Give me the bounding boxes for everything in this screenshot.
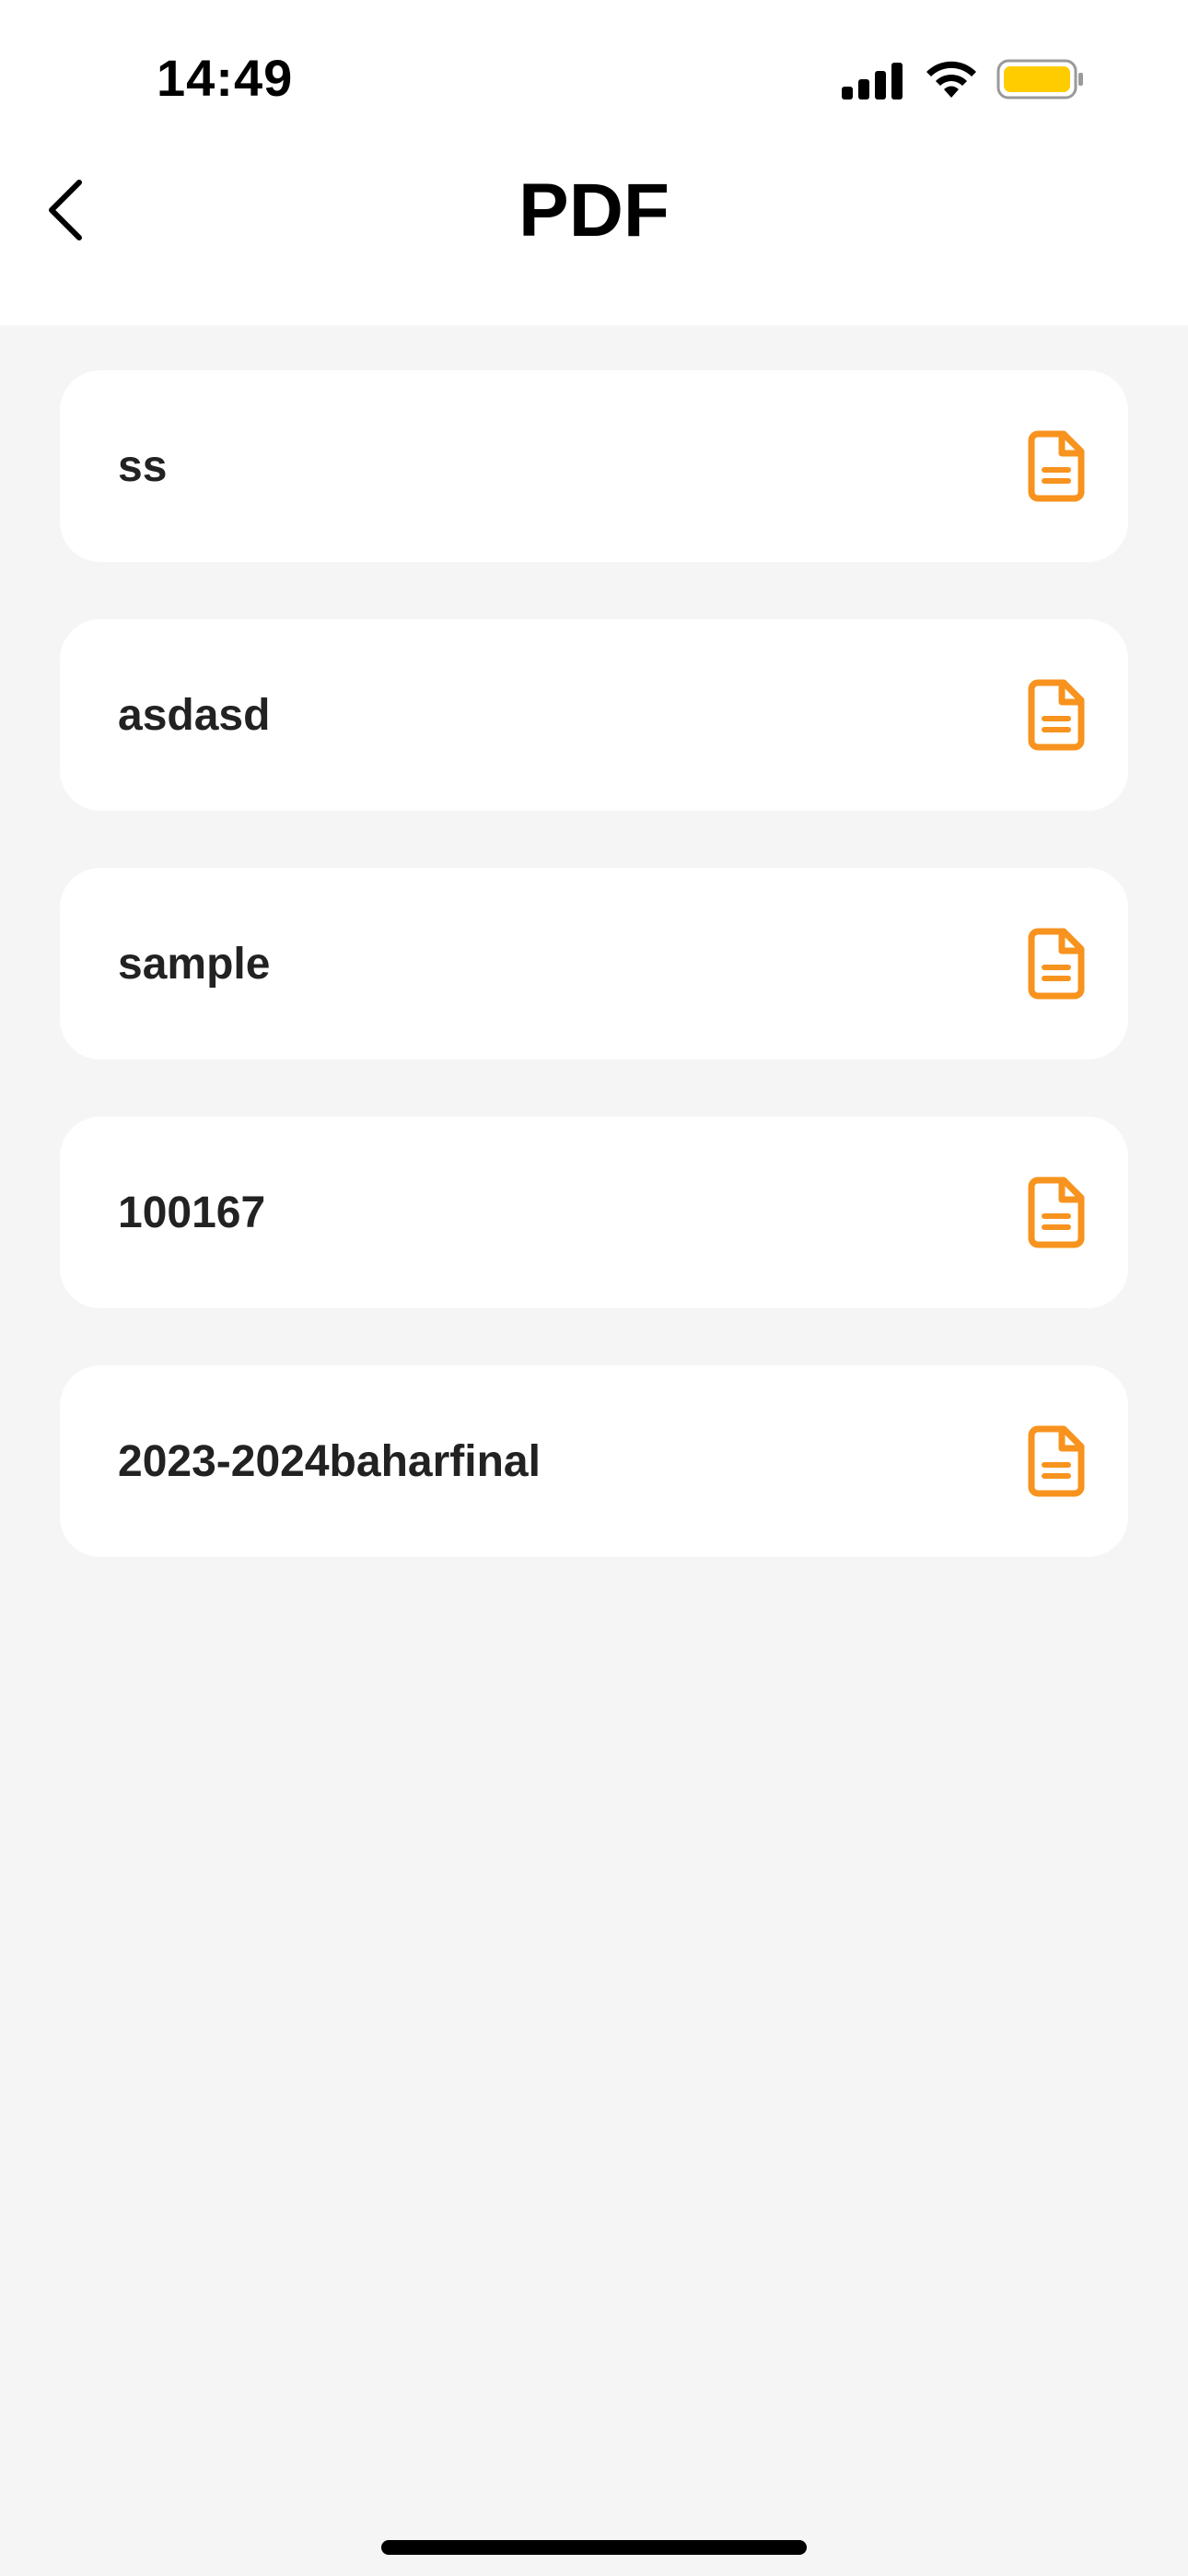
pdf-list-screen: 14:49 PDF ss asdasd sample 100167 2023-2… xyxy=(0,0,1188,2576)
file-name: ss xyxy=(118,441,168,491)
status-time: 14:49 xyxy=(157,49,294,107)
document-icon xyxy=(1027,1176,1086,1249)
file-name: sample xyxy=(118,939,271,989)
cellular-signal-icon xyxy=(842,63,903,100)
document-icon xyxy=(1027,678,1086,752)
document-icon xyxy=(1027,927,1086,1001)
file-name: 2023-2024baharfinal xyxy=(118,1436,541,1486)
battery-icon xyxy=(996,59,1083,100)
document-icon xyxy=(1027,429,1086,503)
file-item[interactable]: sample xyxy=(60,868,1128,1060)
home-indicator[interactable] xyxy=(381,2540,807,2555)
wifi-icon xyxy=(926,61,976,98)
page-title: PDF xyxy=(518,169,670,252)
file-name: 100167 xyxy=(118,1188,266,1237)
file-item[interactable]: asdasd xyxy=(60,619,1128,811)
file-item[interactable]: ss xyxy=(60,370,1128,562)
file-list: ss asdasd sample 100167 2023-2024baharfi… xyxy=(60,370,1128,1614)
file-item[interactable]: 100167 xyxy=(60,1117,1128,1308)
file-name: asdasd xyxy=(118,690,271,740)
file-item[interactable]: 2023-2024baharfinal xyxy=(60,1365,1128,1557)
header: 14:49 PDF xyxy=(0,0,1188,325)
document-icon xyxy=(1027,1424,1086,1498)
